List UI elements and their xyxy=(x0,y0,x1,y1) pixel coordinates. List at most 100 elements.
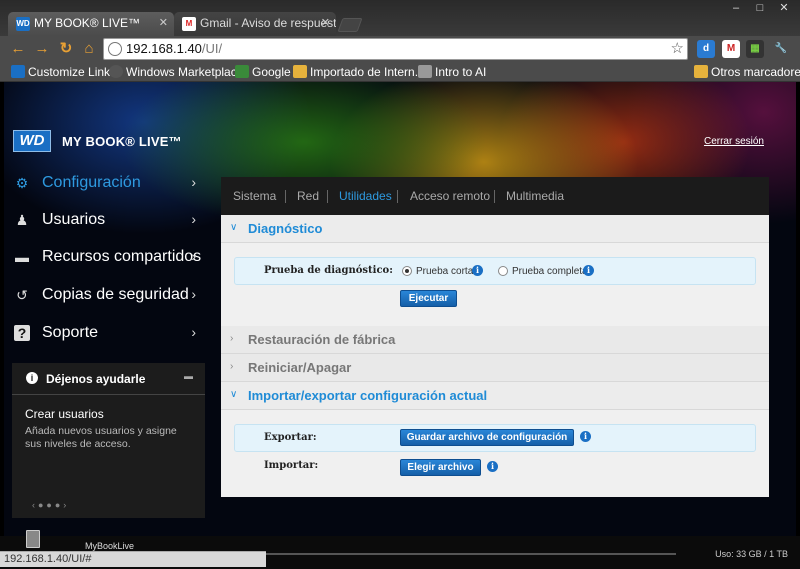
reload-icon[interactable]: ↻ xyxy=(56,39,76,59)
chevron-right-icon: › xyxy=(191,286,196,302)
tab-title: Gmail - Aviso de respuesta a xyxy=(200,16,336,30)
forward-arrow-icon[interactable]: → xyxy=(32,39,52,59)
tab-gmail[interactable]: M Gmail - Aviso de respuesta a ✕ xyxy=(174,12,336,36)
help-panel-header: i Déjenos ayudarle ▬ xyxy=(12,363,205,395)
extension-1-icon[interactable]: d xyxy=(697,40,715,58)
device-name: MyBookLive xyxy=(85,541,135,551)
chevron-right-icon: › xyxy=(191,248,196,264)
section-importar-exportar[interactable]: ∨ Importar/exportar configuración actual xyxy=(221,382,769,410)
info-icon[interactable]: i xyxy=(472,265,483,276)
gmail-extension-icon[interactable]: M xyxy=(722,40,740,58)
hard-drive-icon xyxy=(26,530,40,548)
main-panel: Sistema Red Utilidades Acceso remoto Mul… xyxy=(221,177,769,497)
close-tab-icon[interactable]: ✕ xyxy=(321,16,330,29)
section-reiniciar[interactable]: › Reiniciar/Apagar xyxy=(221,354,769,382)
home-icon[interactable]: ⌂ xyxy=(79,39,99,59)
bookmark-customize-links[interactable]: Customize Links xyxy=(11,65,116,79)
back-arrow-icon[interactable]: ← xyxy=(8,39,28,59)
guardar-archivo-button[interactable]: Guardar archivo de configuración xyxy=(400,429,574,446)
carousel-dots[interactable]: ‹●●●› xyxy=(32,500,69,510)
tab-mybook-live[interactable]: WD MY BOOK® LIVE™ ✕ xyxy=(8,12,174,36)
info-icon[interactable]: i xyxy=(580,431,591,442)
export-label: Exportar: xyxy=(264,432,317,443)
chevron-right-icon: › xyxy=(191,174,196,190)
tab-acceso-remoto[interactable]: Acceso remoto xyxy=(410,189,490,203)
chevron-down-icon: ∨ xyxy=(230,389,238,400)
tab-divider xyxy=(285,190,286,203)
chevron-right-icon: › xyxy=(191,324,196,340)
tab-red[interactable]: Red xyxy=(297,189,319,203)
history-icon: ↺ xyxy=(16,287,28,303)
page-icon xyxy=(109,65,123,78)
chevron-right-icon: › xyxy=(230,333,234,344)
diagnostic-row: Prueba de diagnóstico: Prueba corta i Pr… xyxy=(234,257,756,285)
question-icon: ? xyxy=(14,325,30,341)
section-diagnostico[interactable]: ∨ Diagnóstico xyxy=(221,215,769,243)
user-icon: ♟ xyxy=(15,212,29,228)
globe-icon xyxy=(108,42,122,56)
elegir-archivo-button[interactable]: Elegir archivo xyxy=(400,459,481,476)
chevron-right-icon: › xyxy=(230,361,234,372)
storage-usage-text: Uso: 33 GB / 1 TB xyxy=(715,549,788,559)
info-icon[interactable]: i xyxy=(583,265,594,276)
tab-divider xyxy=(397,190,398,203)
help-topic-title: Crear usuarios xyxy=(25,407,104,421)
sidebar-item-recursos[interactable]: ▬ Recursos compartidos › xyxy=(12,245,202,273)
info-icon[interactable]: i xyxy=(487,461,498,472)
tab-divider xyxy=(494,190,495,203)
minimize-panel-button[interactable]: ▬ xyxy=(184,371,193,381)
bookmark-intro-to-ai[interactable]: Intro to AI xyxy=(418,65,486,79)
info-icon: i xyxy=(26,372,38,384)
new-tab-button[interactable] xyxy=(337,18,363,32)
radio-prueba-corta-label[interactable]: Prueba corta xyxy=(416,266,473,277)
msn-icon xyxy=(11,65,25,78)
bookmarks-bar: Customize Links Windows Marketplace Goog… xyxy=(0,62,800,82)
bookmark-windows-marketplace[interactable]: Windows Marketplace xyxy=(109,65,243,79)
sidebar-item-usuarios[interactable]: ♟ Usuarios › xyxy=(12,208,202,236)
chevron-down-icon: ∨ xyxy=(230,222,238,233)
address-bar[interactable]: 192.168.1.40/UI/ ☆ xyxy=(103,38,688,60)
chevron-right-icon: › xyxy=(191,211,196,227)
page-content: WD MY BOOK® LIVE™ Cerrar sesión ⚙ Config… xyxy=(4,82,796,547)
storage-usage-bar xyxy=(266,553,676,555)
import-label: Importar: xyxy=(264,460,319,471)
bookmark-star-icon[interactable]: ☆ xyxy=(671,39,684,59)
gear-icon: ⚙ xyxy=(15,175,29,191)
help-topic-text: Añada nuevos usuarios y asigne sus nivel… xyxy=(25,425,177,450)
sidebar-item-soporte[interactable]: ? Soporte › xyxy=(12,321,202,349)
close-tab-icon[interactable]: ✕ xyxy=(159,16,168,29)
tab-sistema[interactable]: Sistema xyxy=(233,189,276,203)
wrench-icon[interactable]: 🔧 xyxy=(772,40,790,58)
close-window-button[interactable]: ✕ xyxy=(772,0,796,16)
browser-status-url: 192.168.1.40/UI/# xyxy=(0,551,266,567)
minimize-button[interactable]: – xyxy=(724,0,748,16)
other-bookmarks-folder[interactable]: Otros marcadores xyxy=(694,65,800,79)
diagnostic-label: Prueba de diagnóstico: xyxy=(264,265,393,276)
wd-logo: WD xyxy=(13,130,51,152)
url-path: /UI/ xyxy=(201,41,223,56)
radio-prueba-corta[interactable] xyxy=(402,266,412,276)
url-host: 192.168.1.40 xyxy=(126,41,202,56)
maximize-button[interactable]: □ xyxy=(748,0,772,16)
extension-3-icon[interactable]: ▦ xyxy=(746,40,764,58)
radio-prueba-completa-label[interactable]: Prueba completa xyxy=(512,266,588,277)
folder-icon xyxy=(293,65,307,78)
tab-utilidades[interactable]: Utilidades xyxy=(339,189,392,203)
help-panel-title: Déjenos ayudarle xyxy=(46,372,146,386)
settings-tabs: Sistema Red Utilidades Acceso remoto Mul… xyxy=(221,177,769,215)
sidebar-item-configuracion[interactable]: ⚙ Configuración › xyxy=(12,171,202,199)
ejecutar-button[interactable]: Ejecutar xyxy=(400,290,457,307)
section-restauracion[interactable]: › Restauración de fábrica xyxy=(221,326,769,354)
bookmark-folder-importado[interactable]: Importado de Intern... xyxy=(293,65,425,79)
window-controls: – □ ✕ xyxy=(724,0,796,16)
tab-title: MY BOOK® LIVE™ xyxy=(34,16,140,30)
logout-link[interactable]: Cerrar sesión xyxy=(704,136,764,147)
folder-icon xyxy=(694,65,708,78)
google-icon xyxy=(235,65,249,78)
bookmark-google[interactable]: Google xyxy=(235,65,291,79)
gmail-favicon-icon: M xyxy=(182,17,196,31)
tab-multimedia[interactable]: Multimedia xyxy=(506,189,564,203)
sidebar-item-copias[interactable]: ↺ Copias de seguridad › xyxy=(12,283,202,311)
radio-prueba-completa[interactable] xyxy=(498,266,508,276)
tab-divider xyxy=(327,190,328,203)
